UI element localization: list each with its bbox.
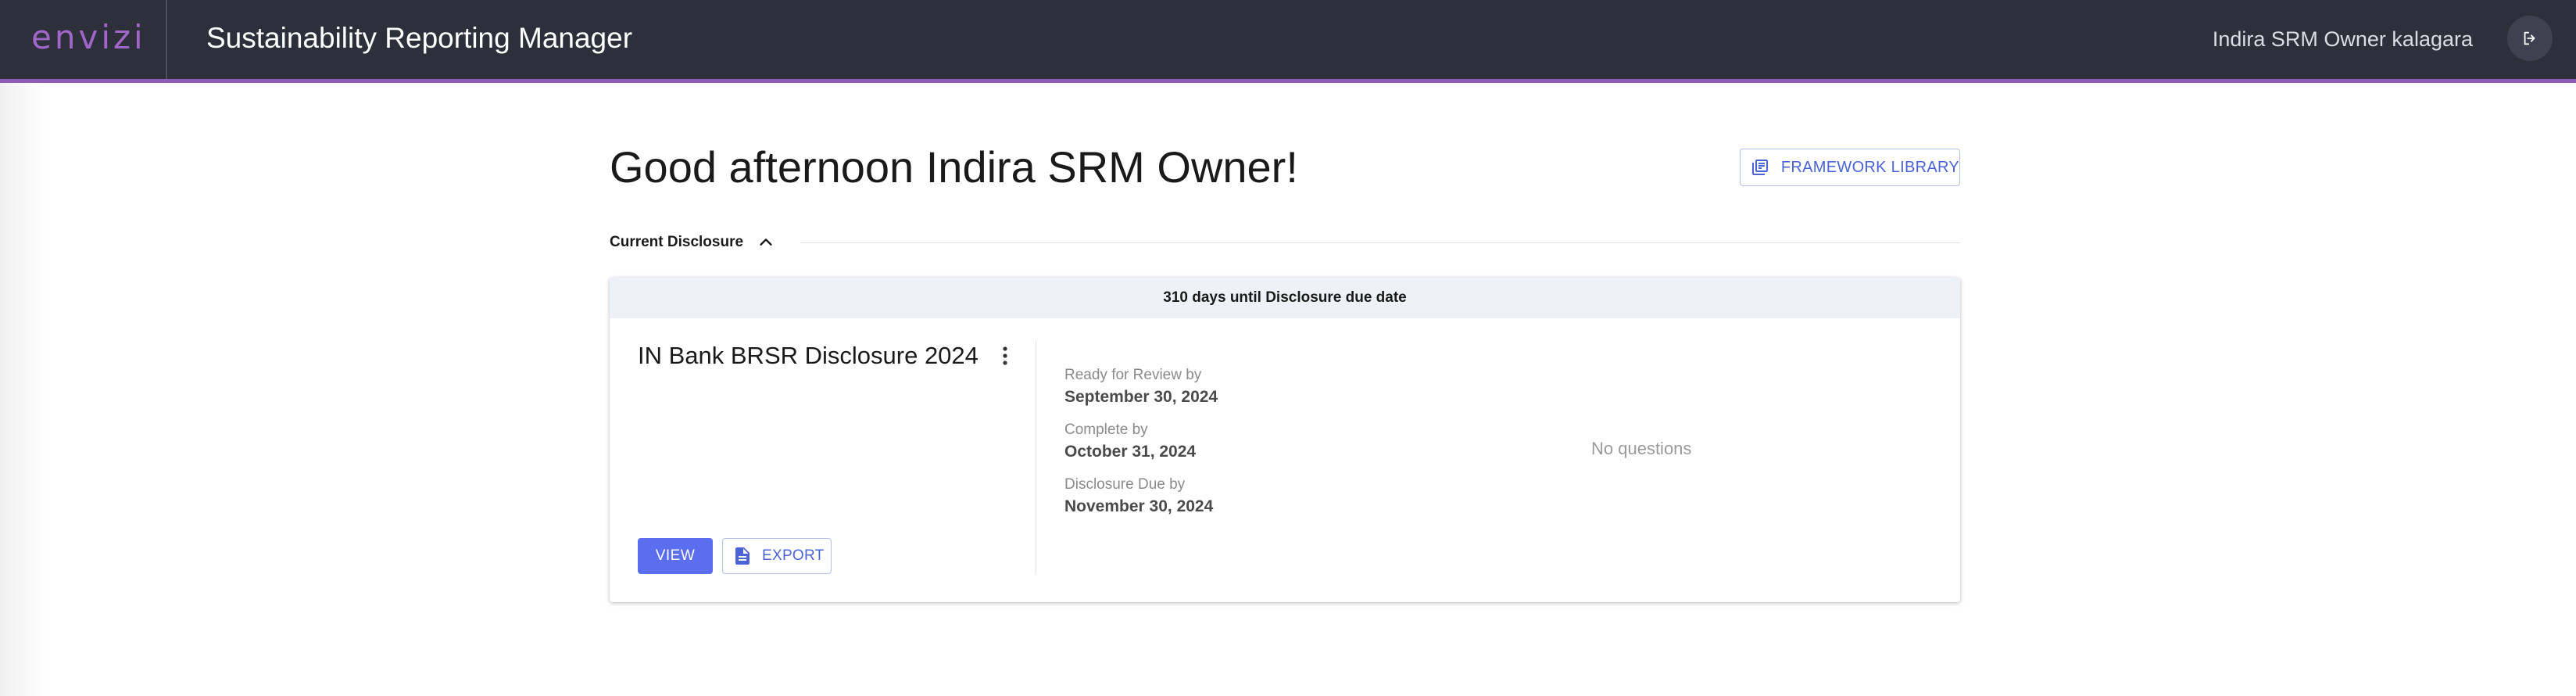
header-divider: [166, 0, 167, 79]
logout-button[interactable]: [2507, 16, 2553, 61]
section-divider: [800, 242, 1960, 243]
date-value: October 31, 2024: [1064, 443, 1197, 461]
app-header: envizi Sustainability Reporting Manager …: [0, 0, 2576, 83]
left-shade: [0, 83, 47, 696]
library-icon: [1750, 156, 1770, 178]
envizi-logo[interactable]: envizi: [31, 17, 146, 58]
due-date-banner-text: 310 days until Disclosure due date: [1163, 289, 1407, 306]
chevron-up-icon: [760, 239, 772, 246]
export-button[interactable]: EXPORT: [722, 538, 832, 574]
date-label: Ready for Review by: [1064, 367, 1202, 383]
due-date-banner: 310 days until Disclosure due date: [610, 278, 1960, 318]
view-button[interactable]: VIEW: [638, 538, 713, 574]
date-ready-for-review: Ready for Review by September 30, 2024: [1064, 365, 1218, 409]
disclosure-dates: Ready for Review by September 30, 2024 C…: [1064, 365, 1218, 529]
app-title: Sustainability Reporting Manager: [206, 22, 633, 54]
collapse-section-button[interactable]: [753, 230, 778, 255]
current-disclosure-label: Current Disclosure: [610, 234, 744, 250]
disclosure-card: 310 days until Disclosure due date IN Ba…: [610, 278, 1960, 602]
no-questions-text: No questions: [1591, 439, 1692, 458]
export-label: EXPORT: [762, 547, 825, 564]
framework-library-button[interactable]: FRAMEWORK LIBRARY: [1740, 149, 1960, 186]
date-value: September 30, 2024: [1064, 388, 1218, 406]
more-options-button[interactable]: [991, 342, 1019, 370]
date-label: Complete by: [1064, 422, 1148, 438]
framework-library-label: FRAMEWORK LIBRARY: [1780, 158, 1959, 176]
date-value: November 30, 2024: [1064, 497, 1214, 515]
kebab-menu-icon: [1003, 346, 1007, 365]
document-icon: [734, 546, 751, 566]
logout-icon: [2524, 31, 2535, 45]
date-disclosure-due: Disclosure Due by November 30, 2024: [1064, 475, 1218, 518]
greeting-heading: Good afternoon Indira SRM Owner!: [610, 142, 1298, 192]
date-complete: Complete by October 31, 2024: [1064, 420, 1218, 464]
user-name: Indira SRM Owner kalagara: [2212, 27, 2473, 51]
date-label: Disclosure Due by: [1064, 476, 1186, 493]
disclosure-title: IN Bank BRSR Disclosure 2024: [638, 342, 979, 369]
